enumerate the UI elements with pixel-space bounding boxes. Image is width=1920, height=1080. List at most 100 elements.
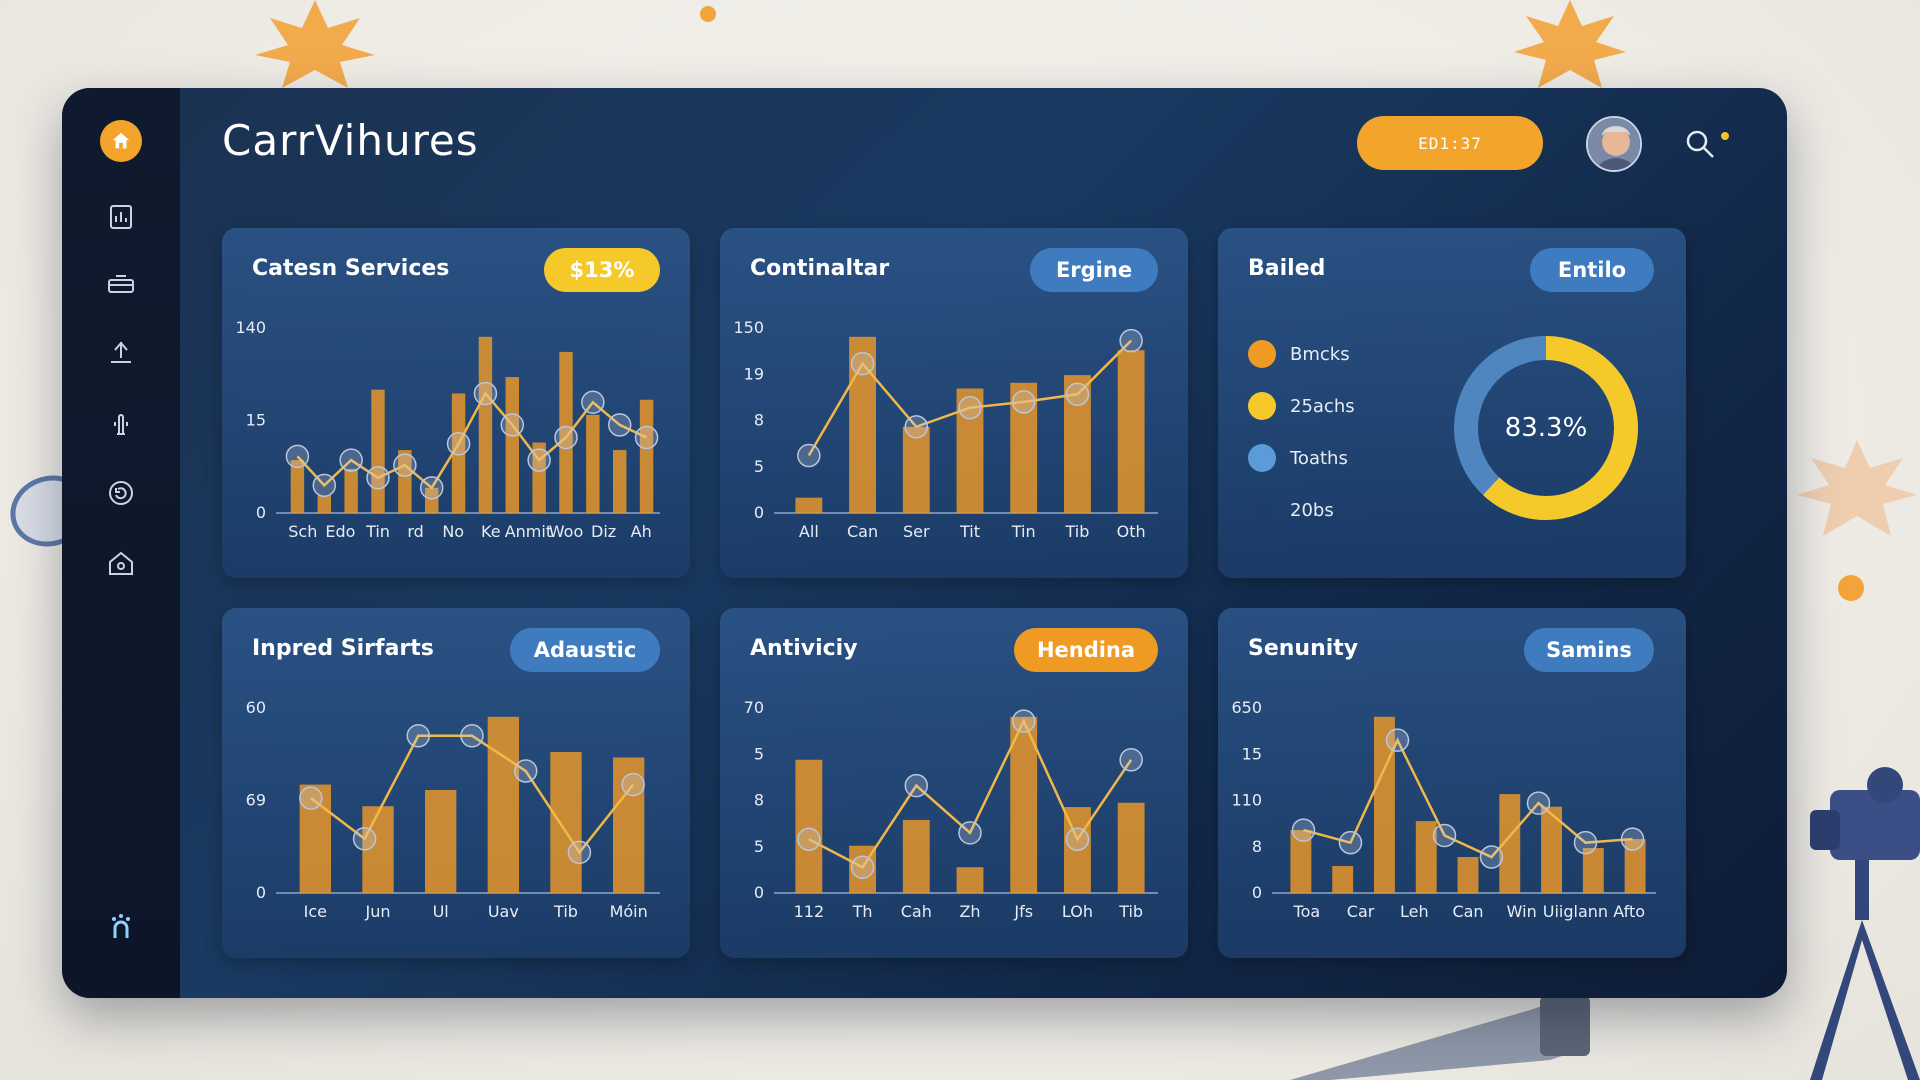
camera-tripod-icon (1810, 767, 1920, 1080)
chart-bar (487, 716, 519, 893)
legend-label: Bmcks (1290, 343, 1350, 365)
y-tick-label: 5 (754, 837, 764, 856)
chart-bar (478, 336, 493, 513)
x-tick-label: Diz (591, 522, 616, 541)
line-point (1338, 830, 1363, 855)
berry-icon (1838, 575, 1864, 601)
x-tick-label: Cah (901, 902, 932, 921)
bar-line-chart: 70 5 8 5 0 112 Th Cah Zh Jfs LOh Tib (744, 698, 1158, 921)
line-point (299, 786, 323, 810)
x-tick-label: Tit (959, 522, 980, 541)
chart-bar (1117, 350, 1145, 513)
legend-dot (1248, 340, 1276, 368)
sidebar (62, 88, 180, 998)
touch-icon[interactable] (102, 404, 140, 442)
card-continaltar: Continaltar Ergine 150 19 8 5 0 All Can Ser Tit T… (720, 228, 1188, 578)
line-point (1119, 748, 1143, 772)
line-point (1291, 818, 1316, 842)
bar-line-chart: 650 15 110 8 0 Toa Car Leh Can Win Uiiglann Afto (1231, 698, 1656, 921)
chart-bar (317, 495, 331, 513)
line-point (473, 381, 498, 406)
line-point (621, 772, 645, 797)
card-badge[interactable]: Entilo (1530, 248, 1654, 292)
line-point (1479, 845, 1504, 869)
bar-line-chart: 140 15 0 Sch Edo Tin rd No Ke AnmitWoo Diz Ah (235, 318, 660, 541)
y-tick-label: 8 (754, 411, 764, 430)
legend-item: 25achs (1248, 380, 1355, 432)
home-logo-icon[interactable] (100, 120, 142, 162)
brand-icon[interactable] (102, 908, 140, 946)
chart-bar (371, 389, 385, 513)
card-antiviciy: Antiviciy Hendina 70 5 8 5 0 112 Th Cah Zh Jfs LOh… (720, 608, 1188, 958)
refresh-icon[interactable] (102, 474, 140, 512)
chart-bar (639, 399, 654, 513)
x-tick-label: Ice (304, 902, 327, 921)
chart-bar (425, 789, 457, 893)
donut-legend: Bmcks 25achs Toaths 20bs (1248, 328, 1355, 536)
maple-leaf-icon (1514, 0, 1626, 88)
legend-item: Toaths (1248, 432, 1355, 484)
line-point (1526, 791, 1551, 815)
card-title: Bailed (1248, 256, 1326, 281)
x-tick-label: Win (1507, 902, 1537, 921)
avatar[interactable] (1586, 116, 1642, 172)
y-tick-label: 0 (256, 883, 266, 902)
x-tick-label: Jfs (1013, 902, 1033, 921)
x-tick-label: Car (1347, 902, 1375, 921)
line-point (513, 759, 538, 783)
dashboard-window: CarrVihures ED1:37 Catesn Services $13% … (62, 88, 1787, 998)
line-point (352, 827, 377, 851)
x-tick-label: Ah (631, 522, 652, 541)
y-tick-label: 70 (744, 698, 764, 717)
chart-bar (1332, 866, 1354, 893)
donut-value: 83.3% (1504, 413, 1588, 443)
x-tick-label: Ke (481, 522, 501, 541)
line-point (850, 351, 875, 376)
x-tick-label: Can (847, 522, 878, 541)
upload-icon[interactable] (102, 334, 140, 372)
y-tick-label: 0 (1252, 883, 1262, 902)
line-point (634, 425, 659, 450)
y-tick-label: 15 (246, 411, 266, 430)
legend-label: Toaths (1290, 447, 1348, 469)
y-tick-label: 69 (246, 791, 266, 810)
line-point (958, 821, 982, 845)
legend-label: 25achs (1290, 395, 1355, 417)
maple-leaf-icon (255, 0, 375, 88)
x-tick-label: Can (1452, 902, 1483, 921)
x-tick-label: Zh (959, 902, 980, 921)
chart-bar (613, 450, 627, 513)
y-tick-label: 15 (1242, 744, 1262, 763)
report-icon[interactable] (102, 198, 140, 236)
chart-bar (902, 426, 930, 513)
y-tick-label: 110 (1231, 791, 1262, 810)
x-tick-label: Th (852, 902, 873, 921)
layers-icon[interactable] (102, 266, 140, 304)
line-point (460, 724, 484, 748)
x-tick-label: Tin (365, 522, 390, 541)
line-point (1011, 390, 1036, 414)
line-point (366, 466, 390, 490)
x-tick-label: Edo (325, 522, 355, 541)
line-point (1432, 823, 1457, 848)
line-point (339, 448, 363, 472)
line-point (312, 473, 337, 498)
line-point (1065, 382, 1090, 407)
y-tick-label: 8 (754, 791, 764, 810)
line-point (1065, 827, 1090, 852)
line-point (850, 855, 875, 879)
bar-line-chart: 150 19 8 5 0 All Can Ser Tit Tin Tib Oth (733, 318, 1158, 541)
header-action-button[interactable]: ED1:37 (1357, 116, 1543, 170)
legend-dot (1248, 496, 1276, 524)
x-tick-label: Ser (903, 522, 930, 541)
line-point (406, 724, 431, 748)
x-tick-label: No (442, 522, 464, 541)
search-icon[interactable] (1682, 126, 1718, 162)
x-tick-label: rd (407, 522, 423, 541)
line-point (500, 413, 525, 437)
line-point (797, 827, 821, 852)
card-catesn-services: Catesn Services $13% 140 15 0 Sch Edo Tin rd No… (222, 228, 690, 578)
house-icon[interactable] (102, 544, 140, 582)
y-tick-label: 0 (754, 883, 764, 902)
x-tick-label: Anmit (505, 522, 552, 541)
